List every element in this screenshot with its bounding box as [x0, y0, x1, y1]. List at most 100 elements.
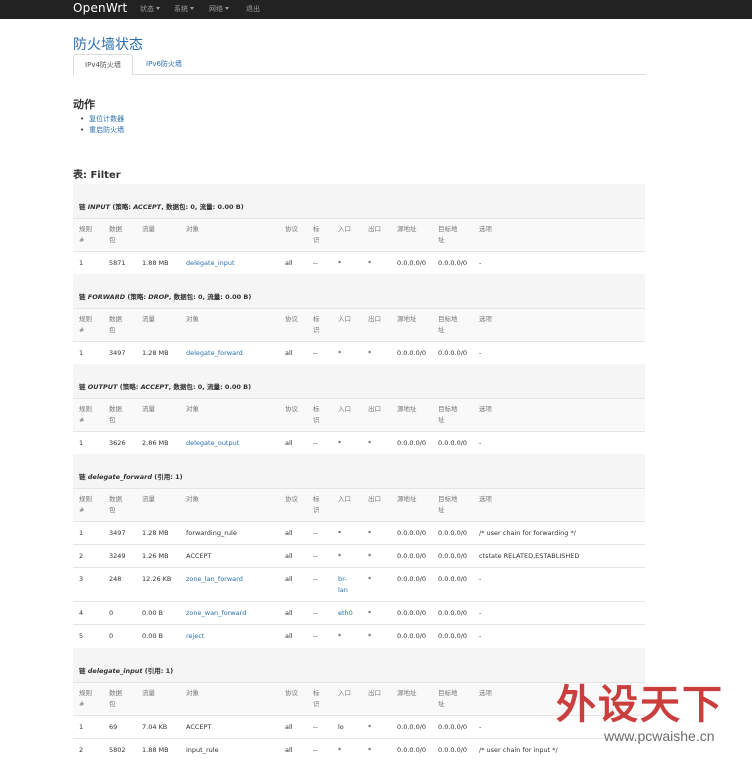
menu-network-label: 网络	[209, 5, 223, 13]
table-cell: 0.00 B	[142, 609, 163, 617]
chain-name: OUTPUT	[87, 383, 118, 391]
chain-policy-value: DROP	[148, 293, 169, 301]
rule-target[interactable]: delegate_input	[186, 258, 235, 269]
brand-logo[interactable]: OpenWrt	[73, 1, 127, 15]
rule-target[interactable]: zone_wan_forward	[186, 608, 246, 619]
table-cell: -	[479, 632, 482, 640]
column-header: 规则 #	[79, 225, 92, 244]
rule-target: input_rule	[186, 746, 219, 754]
chain-name: delegate_forward	[87, 473, 153, 481]
column-header: 对象	[186, 405, 199, 413]
table-cell: *	[368, 259, 372, 267]
column-header: 数据 包	[109, 315, 122, 334]
table-cell: 0.0.0.0/0	[397, 349, 427, 357]
table-cell: 5871	[109, 259, 126, 267]
table-cell: 1	[79, 259, 84, 267]
table-cell: *	[368, 575, 372, 583]
table-cell: all	[285, 575, 293, 583]
column-header: 数据 包	[109, 405, 122, 424]
table-cell: *	[338, 552, 342, 560]
table-cell: 2	[79, 746, 84, 754]
chain-heading: 链 OUTPUT (策略: ACCEPT, 数据包: 0, 流量: 0.00 B…	[73, 364, 645, 398]
table-row: 2 3249 1.26 MB ACCEPT all -- * * 0.0.0.0/0 0.0.0.…	[73, 544, 645, 567]
chain-input: 链 INPUT (策略: ACCEPT, 数据包: 0, 流量: 0.00 B)…	[73, 184, 645, 274]
table-cell: --	[313, 723, 318, 731]
table-cell: *	[338, 439, 342, 447]
chain-name: FORWARD	[87, 293, 126, 301]
caret-down-icon	[190, 7, 194, 10]
table-cell[interactable]: eth0	[338, 608, 353, 619]
table-cell: 0.0.0.0/0	[397, 632, 427, 640]
column-header: 出口	[368, 405, 381, 413]
table-cell: 0.0.0.0/0	[438, 609, 468, 617]
column-header: 协议	[285, 405, 298, 413]
table-cell: all	[285, 632, 293, 640]
tab-ipv6[interactable]: IPv6防火墙	[135, 54, 193, 75]
table-cell: *	[368, 439, 372, 447]
bullet-icon: •	[80, 115, 85, 123]
table-row: 4 0 0.00 B zone_wan_forward all -- eth0 * 0.0.0.…	[73, 601, 645, 624]
column-header: 协议	[285, 689, 298, 697]
column-header: 协议	[285, 315, 298, 323]
menu-logout[interactable]: 退出	[246, 4, 260, 14]
caret-down-icon	[225, 7, 229, 10]
column-header: 出口	[368, 315, 381, 323]
column-header: 目标地 址	[438, 689, 458, 708]
table-cell: 69	[109, 723, 118, 731]
menu-status-label: 状态	[140, 5, 154, 13]
top-navbar: OpenWrt 状态 系统 网络 退出	[0, 0, 752, 19]
chain-prefix: 链	[79, 203, 88, 211]
table-cell: --	[313, 259, 318, 267]
table-cell: --	[313, 349, 318, 357]
chain-prefix: 链	[79, 473, 88, 481]
column-header: 协议	[285, 225, 298, 233]
column-header: 选项	[479, 405, 492, 413]
rule-target[interactable]: delegate_forward	[186, 348, 243, 359]
table-cell: all	[285, 609, 293, 617]
column-header: 规则 #	[79, 315, 92, 334]
table-cell: *	[368, 723, 372, 731]
column-header: 选项	[479, 225, 492, 233]
table-cell: --	[313, 439, 318, 447]
reset-counters-link[interactable]: • 复位计数器	[80, 114, 124, 124]
table-cell: *	[338, 259, 342, 267]
menu-system[interactable]: 系统	[174, 4, 194, 14]
chain-heading: 链 INPUT (策略: ACCEPT, 数据包: 0, 流量: 0.00 B)	[73, 184, 645, 218]
chain-suffix: , 数据包: 0, 流量: 0.00 B)	[168, 293, 252, 301]
table-cell: 1	[79, 723, 84, 731]
menu-network[interactable]: 网络	[209, 4, 229, 14]
rule-target[interactable]: delegate_output	[186, 438, 239, 449]
table-cell: 7.04 KB	[142, 723, 168, 731]
menu-status[interactable]: 状态	[140, 4, 160, 14]
column-header: 规则 #	[79, 689, 92, 708]
column-header: 规则 #	[79, 405, 92, 424]
column-header: 入口	[338, 315, 351, 323]
table-cell: 4	[79, 609, 84, 617]
table-cell: 3626	[109, 439, 126, 447]
column-header: 目标地 址	[438, 225, 458, 244]
table-cell: --	[313, 632, 318, 640]
tab-ipv4[interactable]: IPv4防火墙	[73, 54, 133, 76]
column-header: 出口	[368, 225, 381, 233]
table-cell: 1.28 MB	[142, 349, 169, 357]
table-cell: 0	[109, 609, 114, 617]
column-header: 流量	[142, 225, 155, 233]
table-cell: all	[285, 439, 293, 447]
table-cell: 1.88 MB	[142, 259, 169, 267]
table-cell: 1	[79, 529, 84, 537]
tab-bar: IPv4防火墙 IPv6防火墙	[73, 54, 645, 76]
table-header-row: 规则 # 数据 包 流量 对象 协议 标 识 入口 出口 源地址 目标地 址 选项	[73, 308, 645, 341]
table-cell: 2	[79, 552, 84, 560]
rule-target[interactable]: zone_lan_forward	[186, 574, 243, 585]
table-cell: 0.0.0.0/0	[438, 723, 468, 731]
table-cell[interactable]: br- lan	[338, 574, 348, 596]
table-cell: 3249	[109, 552, 126, 560]
chain-policy: (策略:	[125, 293, 149, 301]
table-cell: 2.86 MB	[142, 439, 169, 447]
chain-policy: (策略:	[117, 383, 141, 391]
column-header: 标 识	[313, 405, 320, 424]
menu-system-label: 系统	[174, 5, 188, 13]
column-header: 对象	[186, 689, 199, 697]
restart-firewall-link[interactable]: • 重启防火墙	[80, 125, 124, 135]
rule-target[interactable]: reject	[186, 631, 204, 642]
